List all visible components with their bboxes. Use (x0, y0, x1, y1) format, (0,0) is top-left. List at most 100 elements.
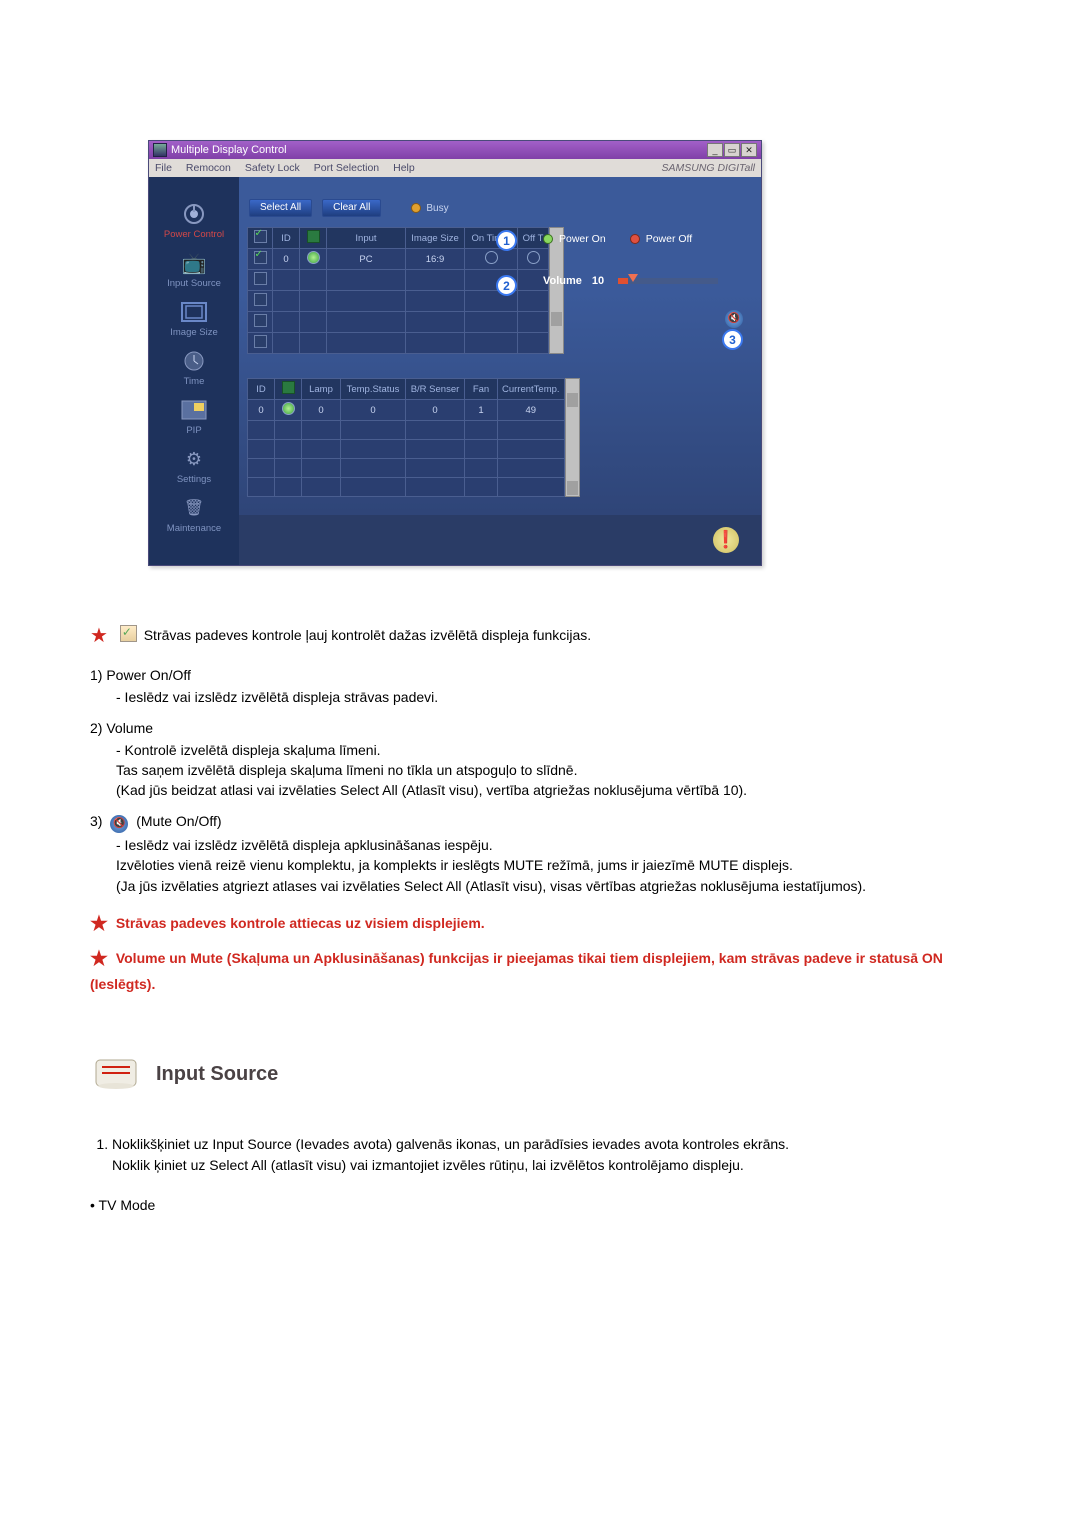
col-currenttemp: CurrentTemp. (498, 379, 565, 400)
power-icon (180, 201, 208, 227)
ontimer-radio[interactable] (485, 251, 498, 264)
sidebar-label: Input Source (167, 278, 221, 289)
intro-text: Strāvas padeves kontrole ļauj kontrolēt … (144, 627, 591, 643)
star-icon: ★ (90, 948, 108, 970)
status-bar: ❗ (239, 515, 761, 565)
menu-file[interactable]: File (155, 162, 172, 174)
table-row[interactable]: 0 PC 16:9 (248, 249, 549, 270)
main-panel: Select All Clear All Busy 1 2 3 (239, 177, 761, 565)
settings-icon: ⚙ (180, 446, 208, 472)
busy-label: Busy (426, 203, 448, 214)
status-dot-icon (307, 251, 320, 264)
row-checkbox[interactable] (254, 272, 267, 285)
power-off-dot-icon (630, 234, 640, 244)
row-checkbox[interactable] (254, 293, 267, 306)
input-source-icon: 📺 (180, 250, 208, 276)
p1-body: - Ieslēdz vai izslēdz izvēlētā displeja … (116, 685, 990, 707)
table-row[interactable]: 0 0 0 0 1 49 (248, 400, 565, 421)
brand-text: SAMSUNG DIGITall (661, 162, 755, 174)
col-imagesize: Image Size (406, 228, 465, 249)
volume-value: 10 (592, 275, 608, 287)
scrollbar[interactable] (565, 378, 580, 497)
menubar: File Remocon Safety Lock Port Selection … (149, 159, 761, 177)
instr-1b: Noklik ķiniet uz Select All (atlasīt vis… (112, 1157, 744, 1173)
minimize-button[interactable]: _ (707, 143, 723, 157)
sidebar-item-time[interactable]: Time (149, 344, 239, 393)
p3-l3: (Ja jūs izvēlaties atgriezt atlases vai … (116, 878, 866, 894)
table-row[interactable] (248, 459, 565, 478)
sidebar-item-input-source[interactable]: 📺 Input Source (149, 246, 239, 295)
menu-safety-lock[interactable]: Safety Lock (245, 162, 300, 174)
offtimer-radio[interactable] (527, 251, 540, 264)
sidebar-item-settings[interactable]: ⚙ Settings (149, 442, 239, 491)
sidebar-item-maintenance[interactable]: 🗑 Maintenance (149, 491, 239, 540)
checkbox-icon (120, 625, 137, 642)
maintenance-icon: 🗑 (180, 495, 208, 521)
check-all[interactable] (254, 230, 267, 243)
menu-help[interactable]: Help (393, 162, 415, 174)
sidebar-item-power-control[interactable]: Power Control (149, 197, 239, 246)
p2-l3: (Kad jūs beidzat atlasi vai izvēlaties S… (116, 782, 747, 798)
select-all-button[interactable]: Select All (249, 199, 312, 217)
status-table: ID Lamp Temp.Status B/R Senser Fan Curre… (247, 378, 565, 497)
p3-label: (Mute On/Off) (136, 813, 221, 829)
p2-l2: Tas saņem izvēlētā displeja skaļuma līme… (116, 762, 577, 778)
busy-indicator: Busy (411, 203, 448, 214)
col-id: ID (273, 228, 300, 249)
maximize-button[interactable]: ▭ (724, 143, 740, 157)
star-note-1: Strāvas padeves kontrole attiecas uz vis… (116, 915, 485, 931)
p1-title: 1) Power On/Off (90, 667, 191, 683)
power-off-label: Power Off (646, 233, 693, 245)
close-button[interactable]: ✕ (741, 143, 757, 157)
table-row[interactable] (248, 478, 565, 497)
row-checkbox[interactable] (254, 335, 267, 348)
instruction-list: Noklikšķiniet uz Input Source (Ievades a… (90, 1134, 990, 1175)
p2-title: 2) Volume (90, 720, 153, 736)
col-brsenser: B/R Senser (406, 379, 465, 400)
cell-lamp: 0 (302, 400, 341, 421)
mute-icon[interactable]: 🔇 (725, 310, 743, 328)
menu-port-selection[interactable]: Port Selection (314, 162, 379, 174)
document-body: ★ Strāvas padeves kontrole ļauj kontrolē… (90, 622, 990, 1215)
clear-all-button[interactable]: Clear All (322, 199, 381, 217)
time-icon (180, 348, 208, 374)
tv-mode-bullet: • TV Mode (90, 1195, 990, 1215)
cell-id: 0 (273, 249, 300, 270)
titlebar: Multiple Display Control _ ▭ ✕ (149, 141, 761, 159)
section-title: Input Source (156, 1060, 278, 1089)
section-header: Input Source (90, 1054, 990, 1094)
p2-l1: - Kontrolē izvelētā displeja skaļuma līm… (116, 742, 381, 758)
volume-slider[interactable] (618, 278, 718, 284)
menu-remocon[interactable]: Remocon (186, 162, 231, 174)
sidebar-label: Power Control (164, 229, 224, 240)
sidebar-item-image-size[interactable]: Image Size (149, 295, 239, 344)
sidebar: Power Control 📺 Input Source Image Size (149, 177, 239, 565)
table-row[interactable] (248, 440, 565, 459)
status-dot-icon (282, 402, 295, 415)
cell-currenttemp: 49 (498, 400, 565, 421)
row-checkbox[interactable] (254, 251, 267, 264)
col-id: ID (248, 379, 275, 400)
callout-3: 3 (722, 329, 743, 350)
table-row[interactable] (248, 312, 549, 333)
p3-prefix: 3) (90, 813, 102, 829)
input-source-section-icon (90, 1054, 142, 1094)
cell-imagesize: 16:9 (406, 249, 465, 270)
sidebar-label: Maintenance (167, 523, 221, 534)
row-checkbox[interactable] (254, 314, 267, 327)
pip-icon (180, 397, 208, 423)
power-on-button[interactable]: Power On (543, 233, 606, 245)
window-title: Multiple Display Control (171, 144, 287, 156)
volume-label: Volume (543, 275, 582, 287)
power-off-button[interactable]: Power Off (630, 233, 693, 245)
cell-fan: 1 (465, 400, 498, 421)
col-tempstatus: Temp.Status (341, 379, 406, 400)
table-row[interactable] (248, 333, 549, 354)
cell-brsenser: 0 (406, 400, 465, 421)
volume-control: Volume 10 (543, 275, 743, 287)
table-row[interactable] (248, 421, 565, 440)
power-on-label: Power On (559, 233, 606, 245)
sidebar-item-pip[interactable]: PIP (149, 393, 239, 442)
callout-1: 1 (496, 230, 517, 251)
col-input: Input (327, 228, 406, 249)
